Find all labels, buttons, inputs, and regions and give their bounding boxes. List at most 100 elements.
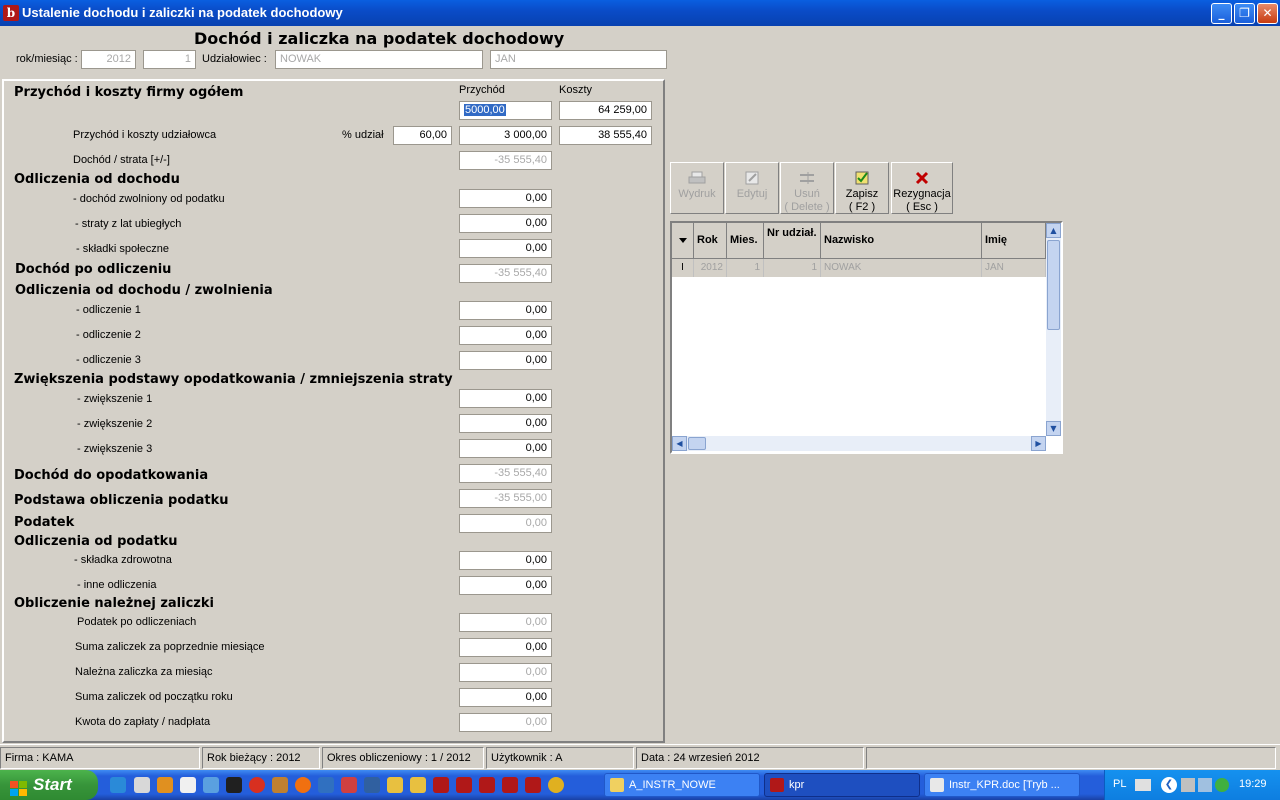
prev-advances-field[interactable]: 0,00 [459,638,552,657]
task-instr-kpr-doc[interactable]: Instr_KPR.doc [Tryb ... [924,773,1080,797]
task-kpr[interactable]: kpr [764,773,920,797]
exempt-income-field[interactable]: 0,00 [459,189,552,208]
terminal-icon[interactable] [226,777,242,793]
save-button[interactable]: Zapisz ( F2 ) [835,162,889,214]
title-bar[interactable]: b Ustalenie dochodu i zaliczki na podate… [0,0,1280,26]
other-deductions-field[interactable]: 0,00 [459,576,552,595]
quicklaunch-icon-7[interactable] [249,777,265,793]
tax-after-deductions-field[interactable]: 0,00 [459,613,552,632]
app-shortcut-icon-3[interactable] [479,777,495,793]
h-scroll-thumb[interactable] [688,437,706,450]
period-label: rok/miesiąc : [16,53,78,65]
app-shortcut-icon-5[interactable] [525,777,541,793]
company-revenue-field[interactable]: 5000,00 [459,101,552,120]
delete-key-hint: ( Delete ) [784,201,830,213]
increase-1-field[interactable]: 0,00 [459,389,552,408]
company-costs-field[interactable]: 64 259,00 [559,101,652,120]
shareholder-label: Udziałowiec : [202,53,267,65]
prior-losses-field[interactable]: 0,00 [459,214,552,233]
deduction-3-field[interactable]: 0,00 [459,351,552,370]
social-contrib-field[interactable]: 0,00 [459,239,552,258]
tax-field[interactable]: 0,00 [459,514,552,533]
column-header-imie[interactable]: Imię [982,223,1046,259]
column-header-nazwisko[interactable]: Nazwisko [821,223,982,259]
increase-3-field[interactable]: 0,00 [459,439,552,458]
taxable-income-field[interactable]: -35 555,40 [459,464,552,483]
deduction-1-label: - odliczenie 1 [76,304,141,316]
scroll-down-icon[interactable]: ▼ [1046,421,1061,436]
calculator-icon[interactable] [180,777,196,793]
quicklaunch-icon-5[interactable] [203,777,219,793]
records-grid[interactable]: Rok Mies. Nr udział. Nazwisko Imię I 201… [670,221,1063,454]
increase-2-field[interactable]: 0,00 [459,414,552,433]
tax-after-deductions-label: Podatek po odliczeniach [77,616,197,628]
income-loss-field[interactable]: -35 555,40 [459,151,552,170]
taskbar: Start A_INSTR_NOWE kpr Instr_KPR.doc [Tr… [0,770,1280,800]
scroll-left-icon[interactable]: ◀ [672,436,687,451]
scroll-right-icon[interactable]: ▶ [1031,436,1046,451]
quicklaunch-icon-8[interactable] [272,777,288,793]
firefox-icon[interactable] [295,777,311,793]
app-shortcut-icon-4[interactable] [502,777,518,793]
first-name-field[interactable]: JAN [490,50,667,69]
health-contrib-field[interactable]: 0,00 [459,551,552,570]
delete-icon [798,171,816,185]
month-field[interactable]: 1 [143,50,196,69]
tray-icon-1[interactable] [1181,778,1195,792]
minimize-button[interactable]: _ [1211,3,1232,24]
quicklaunch-icon-13[interactable] [387,777,403,793]
column-header-mies[interactable]: Mies. [727,223,764,259]
quicklaunch-icon-10[interactable] [318,777,334,793]
edit-label: Edytuj [736,188,768,200]
column-header-nr-udzial[interactable]: Nr udział. [764,223,821,259]
cancel-label: Rezygnacja [893,188,951,200]
network-icon[interactable] [1198,778,1212,792]
cell-imie: JAN [982,259,1046,277]
close-button[interactable]: ✕ [1257,3,1278,24]
cancel-button[interactable]: Rezygnacja ( Esc ) [891,162,953,214]
tax-base-field[interactable]: -35 555,00 [459,489,552,508]
deduction-1-field[interactable]: 0,00 [459,301,552,320]
scroll-thumb[interactable] [1047,240,1060,330]
scroll-up-icon[interactable]: ▲ [1046,223,1061,238]
desktop-icon[interactable] [134,777,150,793]
column-header-rok[interactable]: Rok [694,223,727,259]
quicklaunch-icon-14[interactable] [410,777,426,793]
cell-mies: 1 [727,259,764,277]
print-button[interactable]: Wydruk [670,162,724,214]
language-indicator[interactable]: PL [1113,778,1126,790]
horizontal-scrollbar[interactable]: ◀ ▶ [672,436,1046,451]
keyboard-icon[interactable] [1135,779,1151,791]
table-row[interactable]: I 2012 1 1 NOWAK JAN [672,259,1046,277]
quicklaunch-icon-20[interactable] [548,777,564,793]
start-button[interactable]: Start [0,770,98,800]
info-icon[interactable] [1215,778,1229,792]
vertical-scrollbar[interactable]: ▲ ▼ [1046,223,1061,436]
share-percent-label: % udział [342,129,384,141]
income-after-deduction-field[interactable]: -35 555,40 [459,264,552,283]
advance-due-field[interactable]: 0,00 [459,663,552,682]
quicklaunch-icon-12[interactable] [364,777,380,793]
app-shortcut-icon-2[interactable] [456,777,472,793]
year-field[interactable]: 2012 [81,50,136,69]
amount-due-field[interactable]: 0,00 [459,713,552,732]
deduction-2-field[interactable]: 0,00 [459,326,552,345]
ie-icon[interactable] [110,777,126,793]
edit-button[interactable]: Edytuj [725,162,779,214]
app-shortcut-icon-1[interactable] [433,777,449,793]
quicklaunch-icon-3[interactable] [157,777,173,793]
tray-expand-icon[interactable]: ❮ [1161,777,1177,793]
shareholder-revenue-field[interactable]: 3 000,00 [459,126,552,145]
delete-button[interactable]: Usuń ( Delete ) [780,162,834,214]
ytd-advances-field[interactable]: 0,00 [459,688,552,707]
maximize-button[interactable]: ❐ [1234,3,1255,24]
grid-menu-button[interactable] [672,223,694,259]
share-percent-field[interactable]: 60,00 [393,126,452,145]
last-name-field[interactable]: NOWAK [275,50,483,69]
clock[interactable]: 19:29 [1239,778,1267,790]
task-a-instr-nowe[interactable]: A_INSTR_NOWE [604,773,760,797]
delete-label: Usuń [794,188,820,200]
shareholder-costs-field[interactable]: 38 555,40 [559,126,652,145]
quicklaunch-icon-11[interactable] [341,777,357,793]
prev-advances-label: Suma zaliczek za poprzednie miesiące [75,641,265,653]
